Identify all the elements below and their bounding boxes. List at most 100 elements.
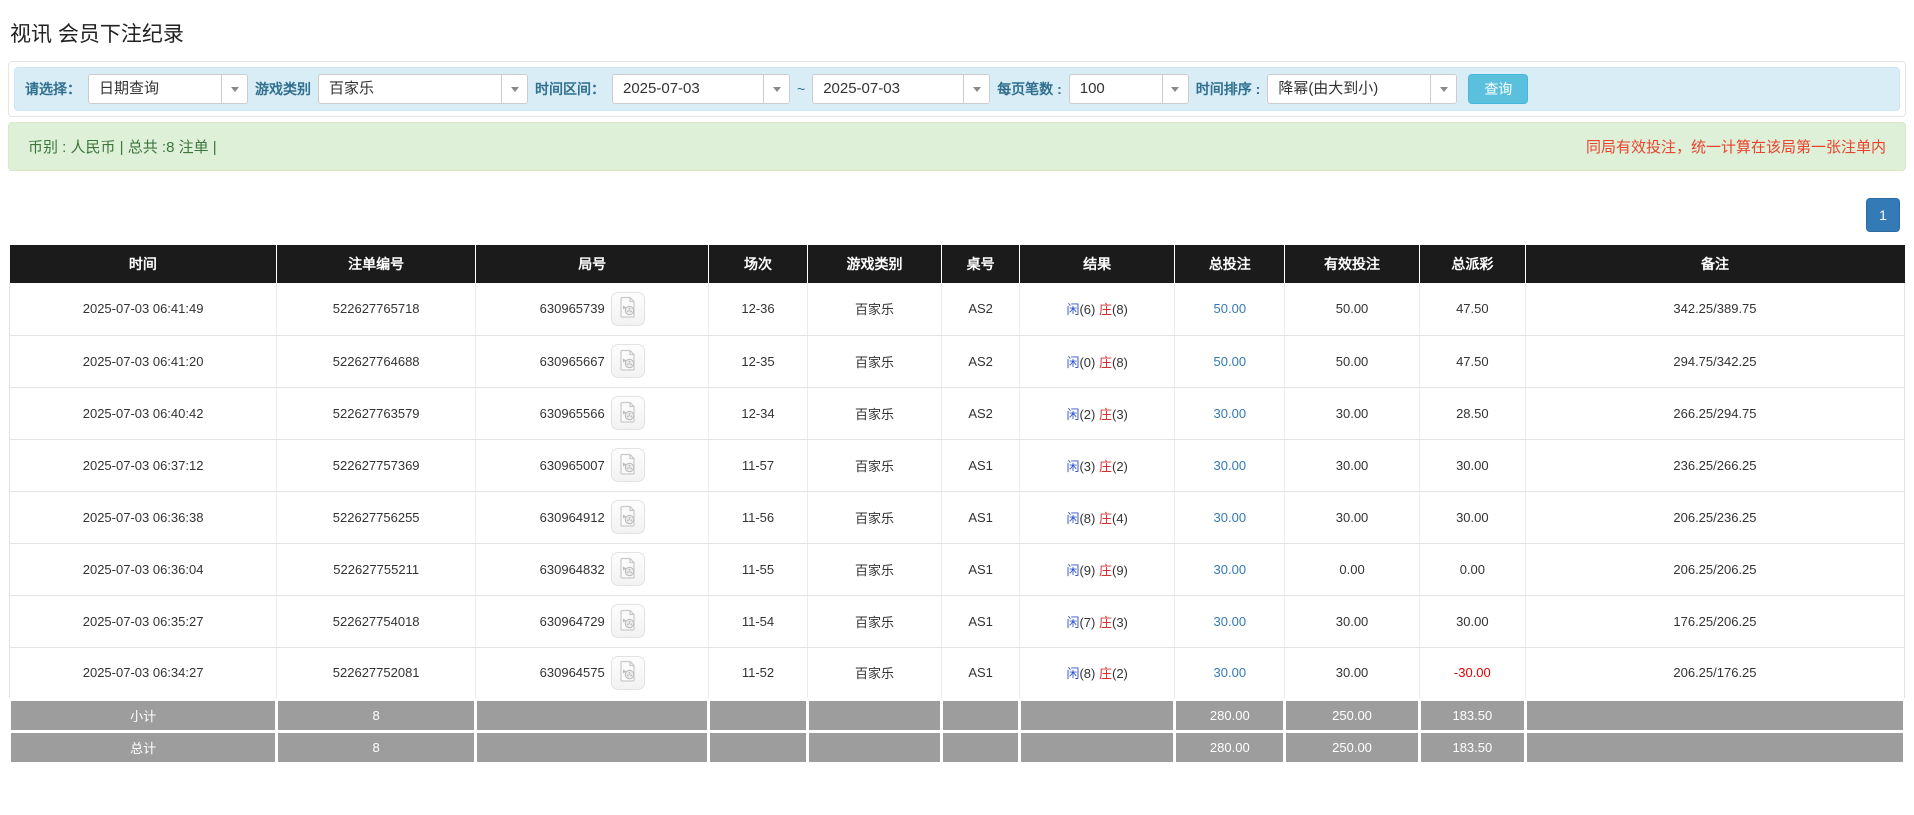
- result-player: 闲: [1066, 407, 1079, 422]
- subtotal-row: 小计8280.00250.00183.50: [10, 699, 1905, 731]
- result-banker: 庄: [1099, 302, 1112, 317]
- total-bet-link[interactable]: 30.00: [1214, 562, 1247, 577]
- total-bet-link[interactable]: 30.00: [1214, 665, 1247, 680]
- col-header-table-no: 桌号: [942, 245, 1020, 283]
- sort-select[interactable]: 降幂(由大到小): [1267, 74, 1457, 104]
- cell-bet-id: 522627763579: [277, 387, 476, 439]
- result-banker-score: (9): [1112, 563, 1128, 578]
- caret-down-icon: [1162, 75, 1188, 103]
- cell-table-no: AS1: [942, 595, 1020, 647]
- page-title: 视讯 会员下注纪录: [10, 18, 1906, 48]
- total-row-cell-2: [476, 731, 709, 763]
- cell-session: 11-52: [709, 647, 808, 699]
- summary-bar: 币别 : 人民币 | 总共 :8 注单 | 同局有效投注，统一计算在该局第一张注…: [8, 122, 1906, 171]
- cell-total-bet: 30.00: [1175, 595, 1285, 647]
- video-replay-button[interactable]: [611, 448, 645, 482]
- cell-game-type: 百家乐: [807, 543, 942, 595]
- round-cell: 630965566: [540, 396, 645, 430]
- cell-remark: 236.25/266.25: [1525, 439, 1904, 491]
- col-header-result: 结果: [1019, 245, 1174, 283]
- cell-valid-bet: 0.00: [1285, 543, 1420, 595]
- col-header-session: 场次: [709, 245, 808, 283]
- cell-time: 2025-07-03 06:36:04: [10, 543, 277, 595]
- subtotal-row-cell-4: [807, 699, 942, 731]
- result-banker: 庄: [1099, 511, 1112, 526]
- page-size-label: 每页笔数 :: [997, 79, 1062, 99]
- caret-down-icon: [963, 75, 989, 103]
- table-row: 2025-07-03 06:35:27522627754018630964729…: [10, 595, 1905, 647]
- cell-table-no: AS2: [942, 387, 1020, 439]
- total-bet-link[interactable]: 30.00: [1214, 406, 1247, 421]
- caret-down-icon: [221, 75, 247, 103]
- query-type-select[interactable]: 日期查询: [88, 74, 248, 104]
- round-number: 630965667: [540, 354, 605, 369]
- query-type-value: 日期查询: [89, 75, 221, 103]
- video-replay-button[interactable]: [611, 552, 645, 586]
- cell-total-bet: 30.00: [1175, 387, 1285, 439]
- result-banker: 庄: [1099, 563, 1112, 578]
- result-player: 闲: [1066, 459, 1079, 474]
- summary-note: 同局有效投注，统一计算在该局第一张注单内: [1586, 136, 1886, 157]
- page-button-1[interactable]: 1: [1866, 198, 1900, 232]
- total-row-cell-3: [709, 731, 808, 763]
- cell-result: 闲(7) 庄(3): [1019, 595, 1174, 647]
- cell-valid-bet: 30.00: [1285, 647, 1420, 699]
- cell-game-type: 百家乐: [807, 439, 942, 491]
- cell-bet-id: 522627756255: [277, 491, 476, 543]
- cell-payout: 30.00: [1419, 491, 1525, 543]
- round-cell: 630964729: [540, 604, 645, 638]
- cell-bet-id: 522627754018: [277, 595, 476, 647]
- video-replay-button[interactable]: [611, 396, 645, 430]
- round-number: 630964729: [540, 614, 605, 629]
- game-type-select[interactable]: 百家乐: [318, 74, 528, 104]
- round-cell: 630965739: [540, 292, 645, 326]
- cell-valid-bet: 50.00: [1285, 283, 1420, 335]
- cell-game-type: 百家乐: [807, 491, 942, 543]
- total-bet-link[interactable]: 50.00: [1214, 301, 1247, 316]
- cell-result: 闲(8) 庄(2): [1019, 647, 1174, 699]
- video-clip-icon: [618, 349, 638, 374]
- cell-game-type: 百家乐: [807, 387, 942, 439]
- video-replay-button[interactable]: [611, 344, 645, 378]
- cell-payout: 28.50: [1419, 387, 1525, 439]
- total-row-cell-5: [942, 731, 1020, 763]
- cell-session: 11-54: [709, 595, 808, 647]
- video-replay-button[interactable]: [611, 292, 645, 326]
- cell-table-no: AS2: [942, 283, 1020, 335]
- table-row: 2025-07-03 06:36:04522627755211 630964832…: [10, 543, 1905, 595]
- cell-bet-id: 522627755211: [277, 543, 476, 595]
- cell-time: 2025-07-03 06:41:20: [10, 335, 277, 387]
- date-to-select[interactable]: 2025-07-03: [812, 74, 990, 104]
- video-replay-button[interactable]: [611, 500, 645, 534]
- cell-remark: 176.25/206.25: [1525, 595, 1904, 647]
- result-banker: 庄: [1099, 666, 1112, 681]
- video-replay-button[interactable]: [611, 604, 645, 638]
- cell-game-type: 百家乐: [807, 283, 942, 335]
- round-cell: 630964832: [540, 552, 645, 586]
- cell-round: 630964912: [476, 491, 709, 543]
- total-bet-link[interactable]: 30.00: [1214, 510, 1247, 525]
- date-from-select[interactable]: 2025-07-03: [612, 74, 790, 104]
- cell-time: 2025-07-03 06:36:38: [10, 491, 277, 543]
- time-range-label: 时间区间：: [535, 79, 605, 99]
- query-button[interactable]: 查询: [1468, 74, 1528, 104]
- subtotal-row-cell-6: [1019, 699, 1174, 731]
- cell-valid-bet: 30.00: [1285, 387, 1420, 439]
- page-size-select[interactable]: 100: [1069, 74, 1189, 104]
- total-row-cell-10: [1525, 731, 1904, 763]
- video-replay-button[interactable]: [611, 656, 645, 690]
- round-cell: 630964575: [540, 656, 645, 690]
- total-bet-link[interactable]: 30.00: [1214, 458, 1247, 473]
- table-row: 2025-07-03 06:36:38522627756255630964912…: [10, 491, 1905, 543]
- col-header-total-bet: 总投注: [1175, 245, 1285, 283]
- total-bet-link[interactable]: 30.00: [1214, 614, 1247, 629]
- cell-payout: 30.00: [1419, 439, 1525, 491]
- video-clip-icon: [618, 296, 638, 321]
- cell-total-bet: 50.00: [1175, 283, 1285, 335]
- cell-result: 闲(2) 庄(3): [1019, 387, 1174, 439]
- cell-remark: 342.25/389.75: [1525, 283, 1904, 335]
- total-bet-link[interactable]: 50.00: [1214, 354, 1247, 369]
- cell-valid-bet: 30.00: [1285, 595, 1420, 647]
- total-row-cell-8: 250.00: [1285, 731, 1420, 763]
- cell-payout: -30.00: [1419, 647, 1525, 699]
